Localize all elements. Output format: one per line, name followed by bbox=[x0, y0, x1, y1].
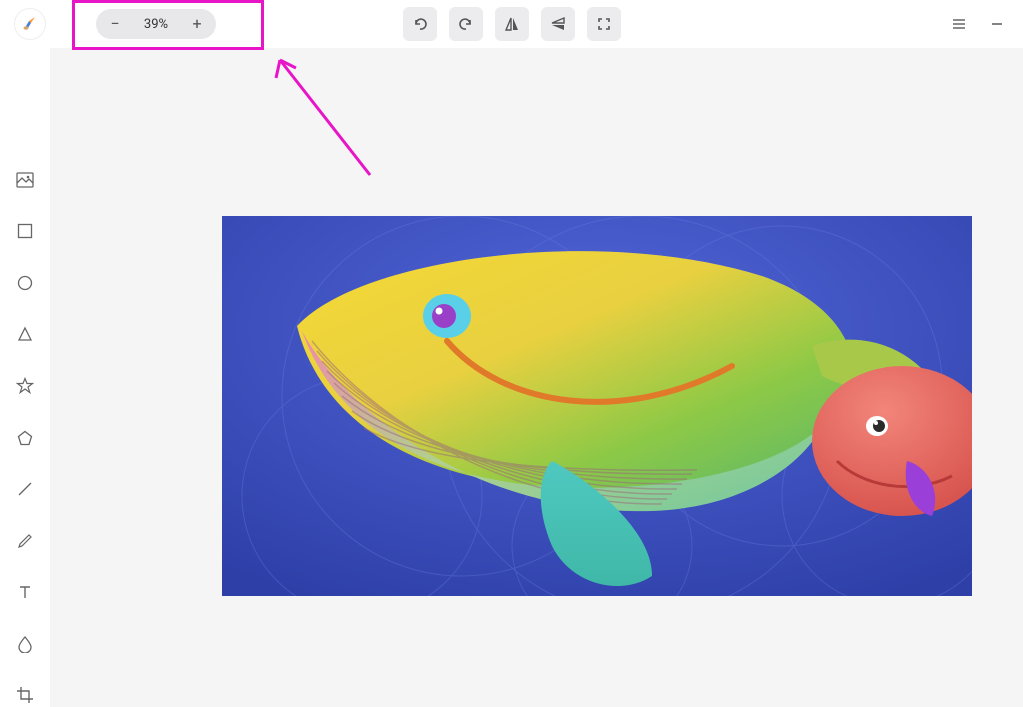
rectangle-icon bbox=[17, 223, 33, 239]
crop-tool[interactable] bbox=[13, 683, 37, 707]
redo-icon bbox=[457, 15, 475, 33]
minimize-button[interactable] bbox=[987, 14, 1007, 34]
flip-vertical-button[interactable] bbox=[541, 7, 575, 41]
pencil-icon bbox=[17, 533, 33, 549]
pentagon-icon bbox=[17, 430, 33, 446]
zoom-in-button[interactable]: + bbox=[182, 9, 212, 39]
undo-icon bbox=[411, 15, 429, 33]
line-icon bbox=[17, 481, 33, 497]
redo-button[interactable] bbox=[449, 7, 483, 41]
triangle-tool[interactable] bbox=[13, 323, 37, 347]
sidebar bbox=[0, 48, 50, 707]
blur-tool[interactable] bbox=[13, 632, 37, 656]
rectangle-tool[interactable] bbox=[13, 220, 37, 244]
zoom-out-button[interactable]: − bbox=[100, 9, 130, 39]
image-icon bbox=[16, 172, 34, 188]
circle-tool[interactable] bbox=[13, 271, 37, 295]
circle-icon bbox=[17, 275, 33, 291]
flip-vertical-icon bbox=[549, 15, 567, 33]
fullscreen-icon bbox=[595, 15, 613, 33]
app-logo[interactable] bbox=[14, 8, 46, 40]
center-toolbar bbox=[403, 7, 621, 41]
right-toolbar bbox=[949, 14, 1013, 34]
pencil-tool[interactable] bbox=[13, 529, 37, 553]
paint-brush-icon bbox=[21, 15, 39, 33]
hamburger-icon bbox=[951, 17, 967, 31]
undo-button[interactable] bbox=[403, 7, 437, 41]
line-tool[interactable] bbox=[13, 477, 37, 501]
canvas-content[interactable] bbox=[222, 216, 972, 596]
minimize-icon bbox=[990, 17, 1004, 31]
topbar: − 39% + bbox=[0, 0, 1023, 48]
whale-illustration bbox=[222, 216, 972, 596]
zoom-value[interactable]: 39% bbox=[130, 17, 182, 32]
text-tool[interactable] bbox=[13, 580, 37, 604]
image-tool[interactable] bbox=[13, 168, 37, 192]
canvas-area[interactable] bbox=[50, 48, 1023, 707]
fullscreen-button[interactable] bbox=[587, 7, 621, 41]
text-icon bbox=[17, 584, 33, 600]
menu-button[interactable] bbox=[949, 14, 969, 34]
zoom-control: − 39% + bbox=[96, 9, 216, 39]
triangle-icon bbox=[17, 326, 33, 342]
crop-icon bbox=[16, 686, 34, 704]
star-tool[interactable] bbox=[13, 374, 37, 398]
drop-icon bbox=[18, 635, 32, 653]
main-area bbox=[0, 48, 1023, 707]
flip-horizontal-button[interactable] bbox=[495, 7, 529, 41]
star-icon bbox=[16, 377, 34, 395]
pentagon-tool[interactable] bbox=[13, 426, 37, 450]
flip-horizontal-icon bbox=[503, 15, 521, 33]
